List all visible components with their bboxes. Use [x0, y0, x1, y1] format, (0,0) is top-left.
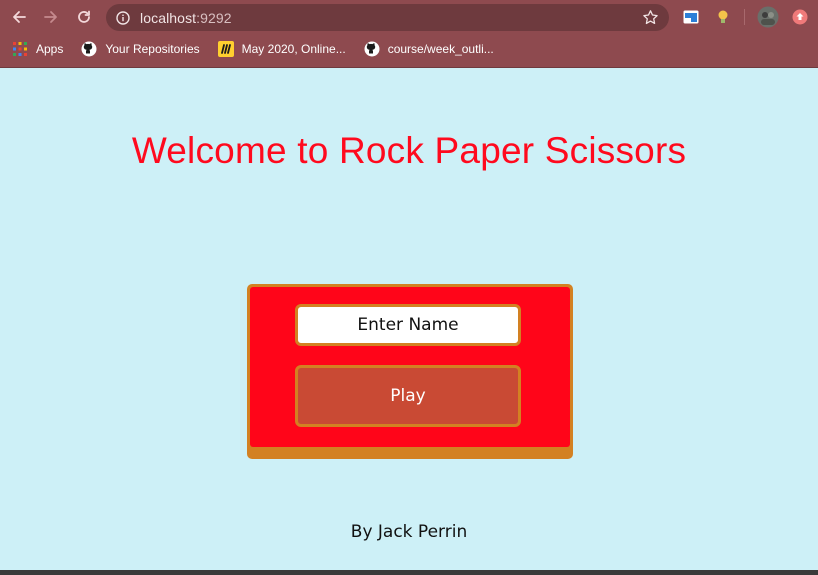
arrow-left-icon: [13, 11, 26, 23]
github-icon: [81, 41, 97, 57]
bookmark-label: course/week_outli...: [387, 42, 494, 56]
browser-toolbar: localhost:9292: [0, 0, 818, 34]
extension-window-icon[interactable]: [682, 8, 700, 26]
address-bar[interactable]: localhost:9292: [106, 4, 669, 31]
reload-icon: [78, 10, 90, 23]
bookmark-course-week-outline[interactable]: course/week_outli...: [364, 38, 494, 60]
site-info-icon[interactable]: [116, 10, 130, 25]
bookmark-star-icon[interactable]: [642, 9, 659, 26]
url-port: :9292: [196, 9, 232, 26]
name-form-card: Play: [247, 284, 573, 459]
forward-button[interactable]: [40, 6, 62, 28]
arrow-right-icon: [44, 11, 57, 23]
bookmark-apps[interactable]: Apps: [12, 38, 63, 60]
apps-grid-icon: [12, 41, 28, 57]
bookmark-label: May 2020, Online...: [241, 42, 346, 56]
extension-lightbulb-icon[interactable]: [714, 8, 732, 26]
page-body: Welcome to Rock Paper Scissors Play By J…: [0, 68, 818, 570]
back-button[interactable]: [8, 6, 30, 28]
name-input[interactable]: [295, 304, 521, 346]
play-button[interactable]: Play: [295, 365, 521, 427]
url-host: localhost: [140, 9, 197, 26]
address-url: localhost:9292: [140, 10, 232, 26]
bookmark-label: Apps: [36, 42, 64, 56]
reload-button[interactable]: [73, 6, 95, 28]
toolbar-separator: [744, 9, 745, 25]
desktop-background: [0, 570, 818, 575]
author-credit: By Jack Perrin: [350, 522, 468, 542]
bookmarks-bar: Apps Your Repositories May 2020, Online.…: [0, 36, 818, 62]
miro-icon: [217, 41, 234, 57]
page-title: Welcome to Rock Paper Scissors: [131, 130, 687, 171]
github-icon: [364, 41, 380, 57]
bookmark-label: Your Repositories: [105, 42, 200, 56]
profile-avatar-icon[interactable]: [757, 6, 779, 28]
extension-upload-icon[interactable]: [791, 8, 809, 26]
bookmark-your-repositories[interactable]: Your Repositories: [81, 38, 200, 60]
bookmark-may-2020-online[interactable]: May 2020, Online...: [217, 38, 346, 60]
name-form: Play: [250, 287, 570, 447]
browser-chrome: localhost:9292 Apps Your Repositories Ma…: [0, 0, 818, 68]
